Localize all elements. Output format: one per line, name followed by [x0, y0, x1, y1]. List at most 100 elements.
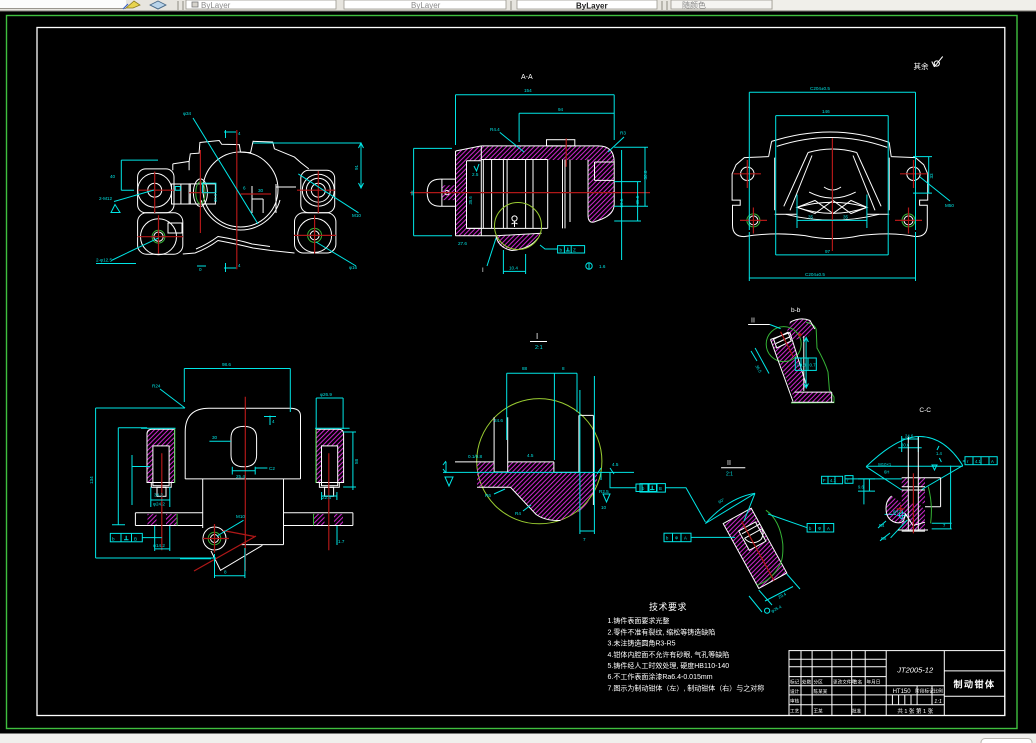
svg-text:1.6: 1.6	[599, 264, 606, 269]
svg-text:7: 7	[583, 537, 586, 542]
svg-text:C2: C2	[269, 466, 275, 471]
svg-text:C204±0.5: C204±0.5	[805, 272, 825, 277]
svg-text:1.铸件表面要求光整: 1.铸件表面要求光整	[608, 616, 670, 625]
svg-text:25.4: 25.4	[236, 474, 245, 479]
svg-text:6.不工作表面涂漆Ra6.4-0.015mm: 6.不工作表面涂漆Ra6.4-0.015mm	[608, 672, 713, 681]
svg-text:3.未注铸造圆角R3-R5: 3.未注铸造圆角R3-R5	[608, 639, 676, 648]
svg-text:24.6: 24.6	[905, 434, 914, 439]
svg-text:A: A	[684, 536, 687, 541]
svg-text:97: 97	[825, 249, 831, 254]
svg-text:146: 146	[822, 109, 830, 114]
svg-text:30: 30	[212, 435, 218, 440]
svg-text:R6: R6	[881, 536, 887, 541]
svg-text:Ф: Ф	[675, 536, 678, 541]
svg-text:35.6: 35.6	[213, 193, 218, 202]
svg-text:30.6: 30.6	[901, 443, 910, 448]
svg-text:88: 88	[522, 366, 528, 371]
svg-text:35.6: 35.6	[468, 196, 473, 205]
svg-text:98.6: 98.6	[222, 362, 231, 367]
svg-text:HT150: HT150	[893, 689, 912, 695]
svg-text:10: 10	[601, 505, 607, 510]
svg-text:4.5: 4.5	[612, 462, 619, 467]
svg-text:2.零件不准有裂纹, 缩松等铸造缺陷: 2.零件不准有裂纹, 缩松等铸造缺陷	[608, 627, 716, 636]
svg-text:24.6: 24.6	[494, 418, 503, 423]
svg-text:φ16: φ16	[349, 265, 358, 270]
svg-text:6: 6	[243, 186, 246, 191]
svg-text:标记: 标记	[790, 679, 800, 686]
svg-text:33: 33	[929, 173, 934, 179]
svg-text:技术要求: 技术要求	[649, 601, 687, 612]
svg-text:94: 94	[558, 107, 564, 112]
svg-text:35.5: 35.5	[635, 195, 640, 204]
svg-text:91: 91	[354, 164, 359, 170]
svg-text:φ26.9: φ26.9	[320, 392, 332, 397]
svg-text:A-A: A-A	[521, 74, 533, 81]
svg-text:B: B	[659, 486, 662, 491]
svg-text:134: 134	[89, 476, 94, 484]
svg-text:4: 4	[238, 131, 241, 136]
svg-text:1:1: 1:1	[934, 699, 942, 705]
svg-text:b: b	[560, 248, 563, 253]
svg-text:C-C: C-C	[919, 407, 931, 414]
svg-text:8: 8	[562, 366, 565, 371]
svg-text:9.6: 9.6	[858, 485, 864, 490]
svg-text:4: 4	[238, 263, 241, 268]
svg-text:M10: M10	[236, 514, 245, 519]
svg-text:阶段标记: 阶段标记	[915, 688, 934, 695]
svg-text:22.4: 22.4	[322, 495, 331, 500]
svg-text:30: 30	[258, 188, 264, 193]
svg-text:1.7: 1.7	[338, 539, 345, 544]
svg-text:M50: M50	[945, 203, 954, 208]
svg-text:30.6: 30.6	[643, 170, 648, 179]
svg-text:C0.8: C0.8	[797, 363, 807, 368]
svg-text:签名: 签名	[853, 679, 862, 686]
svg-text:2:1: 2:1	[535, 345, 543, 351]
svg-text:分区: 分区	[814, 679, 824, 686]
svg-text:审核: 审核	[790, 698, 800, 705]
svg-text:R4: R4	[515, 511, 521, 516]
svg-text:b: b	[112, 536, 115, 541]
svg-text:R4: R4	[879, 523, 885, 528]
svg-text:4.5: 4.5	[527, 453, 534, 458]
svg-text:R6: R6	[485, 493, 491, 498]
svg-text:设计: 设计	[790, 688, 800, 695]
svg-text:4.1: 4.1	[830, 478, 836, 483]
svg-text:ByLayer: ByLayer	[411, 1, 441, 10]
svg-text:R3: R3	[620, 131, 626, 136]
svg-text:5.铸件经人工时效处理, 硬度HB110-140: 5.铸件经人工时效处理, 硬度HB110-140	[608, 661, 730, 670]
svg-text:R24: R24	[152, 384, 161, 389]
svg-text:A: A	[991, 459, 994, 464]
svg-text:处数: 处数	[802, 679, 812, 686]
svg-text:随颜色: 随颜色	[682, 0, 706, 10]
svg-text:JT2005-12: JT2005-12	[896, 666, 934, 675]
svg-text:II: II	[727, 460, 731, 467]
svg-text:88: 88	[410, 190, 415, 196]
svg-text:年月日: 年月日	[867, 679, 881, 686]
svg-text:8: 8	[224, 570, 227, 575]
svg-text:F: F	[823, 478, 826, 483]
svg-text:C204±0.5: C204±0.5	[810, 86, 830, 91]
svg-text:A: A	[827, 526, 830, 531]
svg-text:其余: 其余	[914, 61, 929, 71]
svg-text:4: 4	[272, 419, 275, 424]
svg-text:ByLayer: ByLayer	[201, 1, 231, 10]
svg-text:154: 154	[524, 88, 532, 93]
svg-text:R4.4: R4.4	[490, 127, 500, 132]
svg-text:35: 35	[843, 215, 849, 220]
svg-text:4.钳体内腔面不允许有砂眼, 气孔等缺陷: 4.钳体内腔面不允许有砂眼, 气孔等缺陷	[608, 650, 730, 659]
svg-text:27.6: 27.6	[458, 241, 467, 246]
svg-text:2:1: 2:1	[726, 472, 733, 478]
svg-text:b-b: b-b	[791, 307, 801, 314]
svg-text:R2.5: R2.5	[599, 489, 609, 494]
svg-text:M10×1: M10×1	[878, 462, 892, 467]
svg-text:制动钳体: 制动钳体	[953, 679, 995, 690]
svg-text:Z: Z	[573, 248, 576, 253]
svg-text:0: 0	[199, 267, 202, 272]
svg-text:2-φ12.5: 2-φ12.5	[96, 258, 112, 263]
svg-text:Ф: Ф	[818, 526, 821, 531]
svg-text:2.5: 2.5	[472, 172, 479, 177]
svg-text:60.5: 60.5	[619, 198, 624, 207]
svg-text:比例: 比例	[933, 688, 943, 695]
svg-text:φ24.2: φ24.2	[153, 502, 165, 507]
svg-text:ByLayer: ByLayer	[576, 2, 608, 11]
